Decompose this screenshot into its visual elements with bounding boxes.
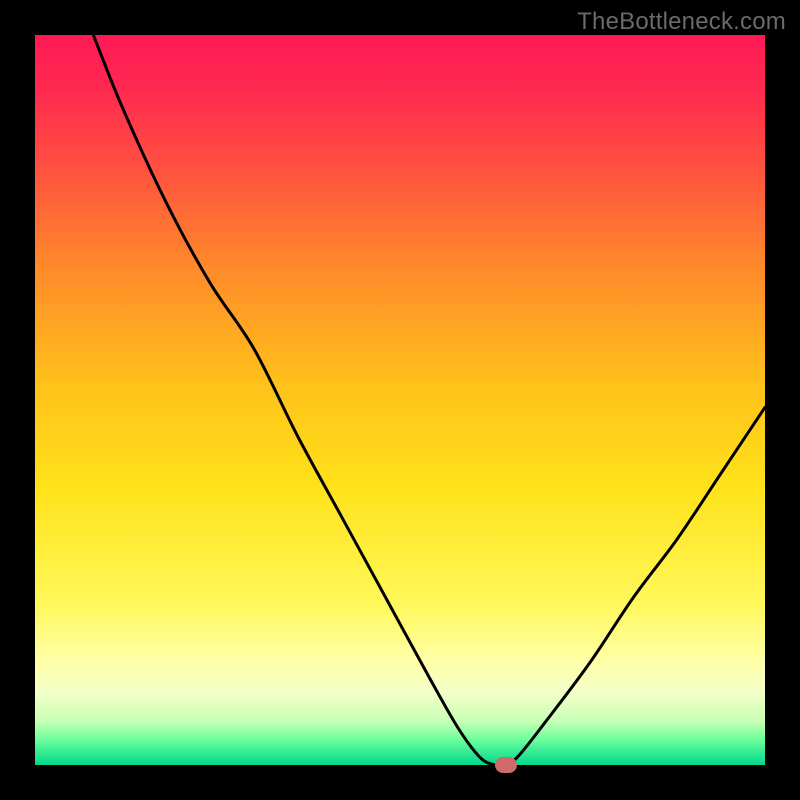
watermark-label: TheBottleneck.com [577,8,786,36]
gradient-background [35,35,765,765]
optimum-marker [495,757,517,773]
chart-frame: TheBottleneck.com [0,0,800,800]
bottleneck-plot [35,35,765,765]
